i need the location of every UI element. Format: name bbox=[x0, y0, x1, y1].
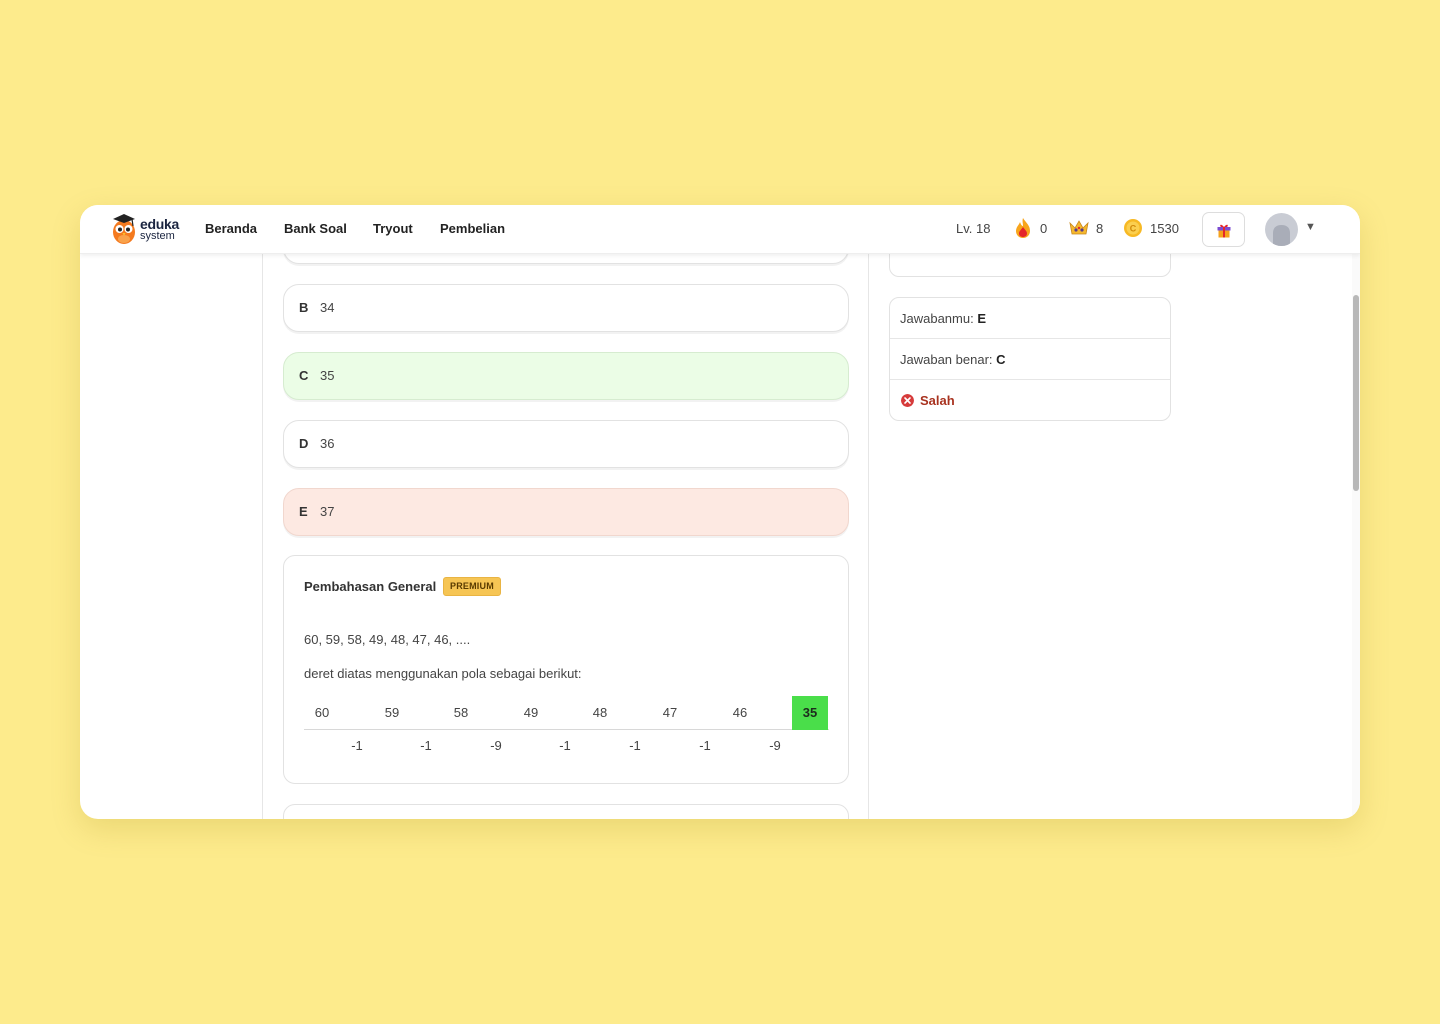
your-answer-value: E bbox=[977, 311, 986, 326]
option-letter: C bbox=[299, 368, 309, 383]
sequence-cell: 60 bbox=[314, 705, 330, 720]
correct-answer-value: C bbox=[996, 352, 1006, 367]
option-e[interactable]: E 37 bbox=[283, 488, 849, 536]
option-letter: E bbox=[299, 504, 308, 519]
svg-text:C: C bbox=[1130, 224, 1137, 234]
sequence-cell: 59 bbox=[384, 705, 400, 720]
sequence-cell: 58 bbox=[453, 705, 469, 720]
difference-cell: -9 bbox=[490, 738, 502, 753]
right-divider bbox=[868, 254, 869, 819]
gift-icon bbox=[1217, 224, 1231, 238]
level-indicator: Lv. 18 bbox=[956, 221, 991, 236]
wrong-x-icon bbox=[901, 394, 914, 407]
nav-link-beranda[interactable]: Beranda bbox=[205, 221, 257, 237]
crown-icon bbox=[1069, 220, 1089, 235]
correct-answer-row: Jawaban benar: C bbox=[890, 339, 1170, 380]
nav-link-tryout[interactable]: Tryout bbox=[373, 221, 413, 237]
explanation-card: Pembahasan General PREMIUM 60, 59, 58, 4… bbox=[283, 555, 849, 784]
sequence-cell: 47 bbox=[662, 705, 678, 720]
difference-cell: -1 bbox=[559, 738, 571, 753]
fire-icon bbox=[1016, 218, 1030, 238]
next-explanation-card bbox=[283, 804, 849, 819]
explanation-title: Pembahasan General bbox=[304, 579, 437, 594]
result-row: Salah bbox=[890, 380, 1170, 420]
premium-badge: PREMIUM bbox=[443, 577, 501, 596]
gift-button[interactable] bbox=[1202, 212, 1245, 247]
profile-dropdown-caret-icon[interactable]: ▼ bbox=[1305, 221, 1316, 233]
app-window: eduka system Beranda Bank Soal Tryout Pe… bbox=[80, 205, 1360, 819]
your-answer-row: Jawabanmu: E bbox=[890, 298, 1170, 339]
scrollbar-thumb[interactable] bbox=[1353, 295, 1359, 491]
difference-cell: -1 bbox=[699, 738, 711, 753]
option-d[interactable]: D 36 bbox=[283, 420, 849, 468]
nav-link-pembelian[interactable]: Pembelian bbox=[440, 221, 505, 237]
sequence-cell: 48 bbox=[592, 705, 608, 720]
coin-count: 1530 bbox=[1150, 221, 1179, 236]
option-value: 34 bbox=[320, 300, 335, 315]
result-status: Salah bbox=[920, 393, 955, 408]
logo-text-system: system bbox=[140, 230, 175, 242]
nav-link-bank-soal[interactable]: Bank Soal bbox=[284, 221, 347, 237]
crown-count: 8 bbox=[1096, 221, 1104, 236]
user-silhouette-icon bbox=[1273, 225, 1290, 246]
option-letter: B bbox=[299, 300, 309, 315]
sequence-answer-cell: 35 bbox=[792, 696, 828, 730]
option-value: 36 bbox=[320, 436, 335, 451]
difference-cell: -1 bbox=[420, 738, 432, 753]
sequence-cell: 49 bbox=[523, 705, 539, 720]
left-divider bbox=[262, 254, 263, 819]
eduka-logo[interactable]: eduka system bbox=[110, 211, 182, 247]
correct-answer-label: Jawaban benar: bbox=[900, 352, 997, 367]
difference-cell: -1 bbox=[629, 738, 641, 753]
coin-icon: C bbox=[1124, 219, 1142, 237]
difference-cell: -1 bbox=[351, 738, 363, 753]
sequence-text: 60, 59, 58, 49, 48, 47, 46, .... bbox=[304, 632, 471, 647]
top-navbar: eduka system Beranda Bank Soal Tryout Pe… bbox=[80, 205, 1360, 254]
sequence-cell: 46 bbox=[732, 705, 748, 720]
option-c[interactable]: C 35 bbox=[283, 352, 849, 400]
streak-count: 0 bbox=[1040, 221, 1048, 236]
option-b[interactable]: B 34 bbox=[283, 284, 849, 332]
sequence-row: 60 59 58 49 48 47 46 35 bbox=[304, 696, 829, 730]
your-answer-label: Jawabanmu: bbox=[900, 311, 978, 326]
pattern-text: deret diatas menggunakan pola sebagai be… bbox=[304, 666, 582, 681]
difference-row: -1 -1 -9 -1 -1 -1 -9 bbox=[304, 738, 829, 756]
owl-logo-icon bbox=[113, 214, 135, 244]
option-letter: D bbox=[299, 436, 309, 451]
user-avatar[interactable] bbox=[1265, 213, 1298, 246]
option-value: 35 bbox=[320, 368, 335, 383]
answer-summary-box: Jawabanmu: E Jawaban benar: C Salah bbox=[889, 297, 1171, 421]
logo-text-eduka: eduka bbox=[140, 216, 179, 232]
option-value: 37 bbox=[320, 504, 335, 519]
difference-cell: -9 bbox=[769, 738, 781, 753]
